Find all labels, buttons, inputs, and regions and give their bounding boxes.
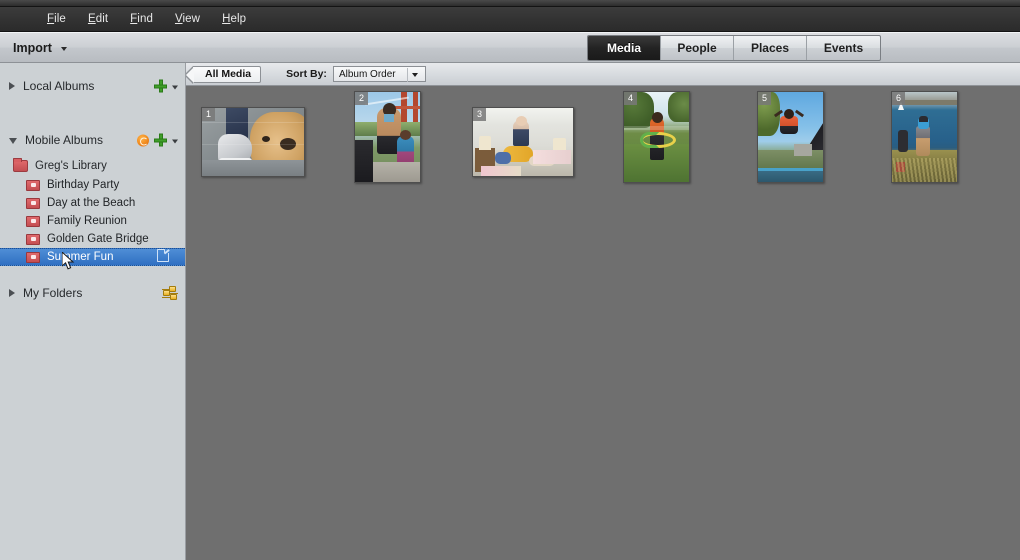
thumbnail-item[interactable]: 6 — [891, 91, 958, 183]
all-media-button[interactable]: All Media — [183, 65, 262, 84]
album-icon — [26, 251, 40, 263]
thumbnail-item[interactable]: 3 — [472, 107, 574, 177]
sub-toolbar: All Media Sort By: Album Order — [183, 63, 1020, 86]
sidebar-item-golden-gate-bridge-label: Golden Gate Bridge — [47, 233, 149, 245]
top-toolbar: Import Media People Places Events — [0, 32, 1020, 63]
thumbnail-number-badge: 3 — [473, 108, 486, 121]
thumbnail-number-badge: 5 — [758, 92, 771, 105]
menu-item-find[interactable]: Find — [119, 11, 164, 27]
sync-icon[interactable] — [137, 134, 149, 146]
menu-item-view-rest: iew — [182, 13, 201, 25]
sidebar-section-local-albums[interactable]: Local Albums — [0, 73, 185, 99]
sidebar-item-family-reunion-label: Family Reunion — [47, 215, 127, 227]
album-icon — [26, 179, 40, 191]
tab-media[interactable]: Media — [588, 36, 661, 60]
tab-people-label: People — [677, 41, 717, 55]
photo-golden-gate-bridge — [355, 92, 420, 182]
select-separator — [406, 68, 408, 82]
menu-item-find-rest: ind — [137, 13, 153, 25]
photo-hula-hoop-girl — [624, 92, 689, 182]
tab-events-label: Events — [823, 41, 864, 55]
title-bar — [0, 0, 1020, 7]
chevron-right-icon — [9, 82, 15, 90]
tab-people[interactable]: People — [661, 36, 734, 60]
sidebar-item-birthday-party-label: Birthday Party — [47, 179, 120, 191]
album-icon — [26, 215, 40, 227]
menu-item-help-rest: elp — [230, 13, 247, 25]
sidebar-item-summer-fun-label: Summer Fun — [47, 251, 114, 263]
menu-bar: File Edit Find View Help — [0, 7, 1020, 32]
sidebar-item-family-reunion[interactable]: Family Reunion — [0, 212, 185, 230]
tab-events[interactable]: Events — [807, 36, 880, 60]
thumbnail-item[interactable]: 4 — [623, 91, 690, 183]
chevron-down-icon — [9, 138, 17, 144]
album-icon — [26, 233, 40, 245]
media-content-area: 1 2 3 4 5 6 — [186, 86, 1020, 560]
all-media-label: All Media — [205, 68, 252, 80]
thumbnail-number-badge: 2 — [355, 92, 368, 105]
mobile-albums-actions — [137, 133, 178, 147]
thumbnail-item[interactable]: 1 — [201, 107, 305, 177]
sidebar-item-birthday-party[interactable]: Birthday Party — [0, 176, 185, 194]
sidebar-item-library[interactable]: Greg's Library — [0, 155, 185, 176]
sidebar-section-mobile-albums[interactable]: Mobile Albums — [0, 127, 185, 153]
sidebar-section-mobile-albums-label: Mobile Albums — [25, 133, 104, 147]
sidebar-item-golden-gate-bridge[interactable]: Golden Gate Bridge — [0, 230, 185, 248]
chevron-right-icon — [9, 289, 15, 297]
tab-places-label: Places — [750, 41, 790, 55]
thumbnail-number-badge: 1 — [202, 108, 215, 121]
open-folder-icon[interactable] — [156, 248, 169, 262]
sidebar-section-my-folders[interactable]: My Folders — [0, 280, 185, 306]
album-icon — [26, 197, 40, 209]
sidebar-item-library-label: Greg's Library — [35, 159, 107, 172]
sort-by-value: Album Order — [338, 68, 396, 80]
chevron-down-icon[interactable] — [172, 85, 178, 90]
my-folders-actions — [162, 286, 178, 300]
sort-by-select[interactable]: Album Order — [332, 66, 426, 82]
chevron-down-icon[interactable] — [172, 139, 178, 144]
menu-item-file[interactable]: File — [36, 11, 77, 27]
sidebar-section-my-folders-label: My Folders — [23, 286, 83, 300]
menu-item-view[interactable]: View — [164, 11, 211, 27]
thumbnail-item[interactable]: 5 — [757, 91, 824, 183]
import-button[interactable]: Import — [13, 41, 67, 55]
thumbnail-number-badge: 4 — [624, 92, 637, 105]
add-album-icon[interactable] — [154, 133, 167, 147]
photo-bay-overlook — [892, 92, 957, 182]
sidebar-item-day-at-the-beach-label: Day at the Beach — [47, 197, 136, 209]
thumbnail-item[interactable]: 2 — [354, 91, 421, 183]
photo-trampoline-jump — [758, 92, 823, 182]
sidebar-section-local-albums-label: Local Albums — [23, 79, 95, 93]
import-button-label: Import — [13, 40, 52, 55]
menu-item-edit[interactable]: Edit — [77, 11, 119, 27]
add-album-icon[interactable] — [154, 79, 167, 93]
menu-item-file-rest: ile — [54, 13, 66, 25]
tab-places[interactable]: Places — [734, 36, 807, 60]
chevron-down-icon — [411, 73, 418, 77]
sidebar: Local Albums Mobile Albums Greg's Librar… — [0, 63, 186, 560]
sidebar-item-summer-fun[interactable]: Summer Fun — [0, 248, 185, 266]
view-tabs: Media People Places Events — [587, 35, 881, 61]
menu-item-edit-rest: dit — [95, 13, 109, 25]
menu-item-help[interactable]: Help — [211, 11, 257, 27]
application-window: File Edit Find View Help Import Media Pe… — [0, 0, 1020, 560]
sort-by-label: Sort By: — [286, 68, 327, 80]
folder-icon — [13, 157, 28, 172]
photo-kids-on-bed — [473, 108, 573, 176]
chevron-down-icon — [60, 46, 67, 51]
photo-dog-and-sneaker — [202, 108, 304, 176]
thumbnail-number-badge: 6 — [892, 92, 905, 105]
sidebar-item-day-at-the-beach[interactable]: Day at the Beach — [0, 194, 185, 212]
tab-media-label: Media — [606, 41, 641, 55]
local-albums-actions — [154, 79, 178, 93]
thumbnail-grid: 1 2 3 4 5 6 — [186, 86, 1020, 560]
settings-icon[interactable] — [162, 286, 178, 300]
